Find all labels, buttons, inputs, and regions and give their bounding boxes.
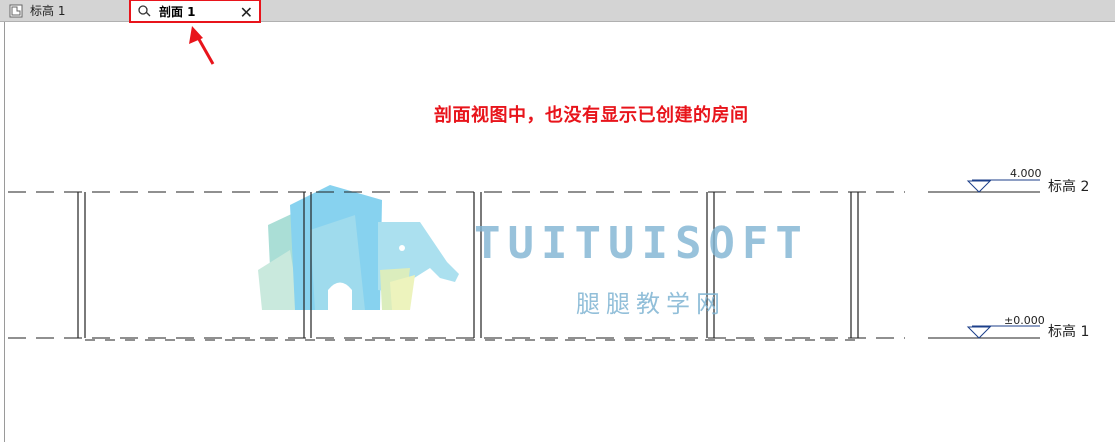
level-head-marker-1 <box>966 325 1040 339</box>
watermark-logo <box>258 185 459 310</box>
level-1-label[interactable]: 标高 1 <box>1048 321 1089 341</box>
callout-arrow <box>189 26 215 65</box>
annotation-note: 剖面视图中，也没有显示已创建的房间 <box>434 105 749 126</box>
watermark-subtitle: 腿腿教学网 <box>576 290 726 318</box>
level-2-elevation: 4.000 <box>1010 167 1042 180</box>
level-head-marker-2 <box>966 179 1040 193</box>
watermark-brand: TUITUISOFT <box>474 218 809 269</box>
level-1-elevation: ±0.000 <box>1004 314 1045 327</box>
level-2-label[interactable]: 标高 2 <box>1048 176 1089 196</box>
